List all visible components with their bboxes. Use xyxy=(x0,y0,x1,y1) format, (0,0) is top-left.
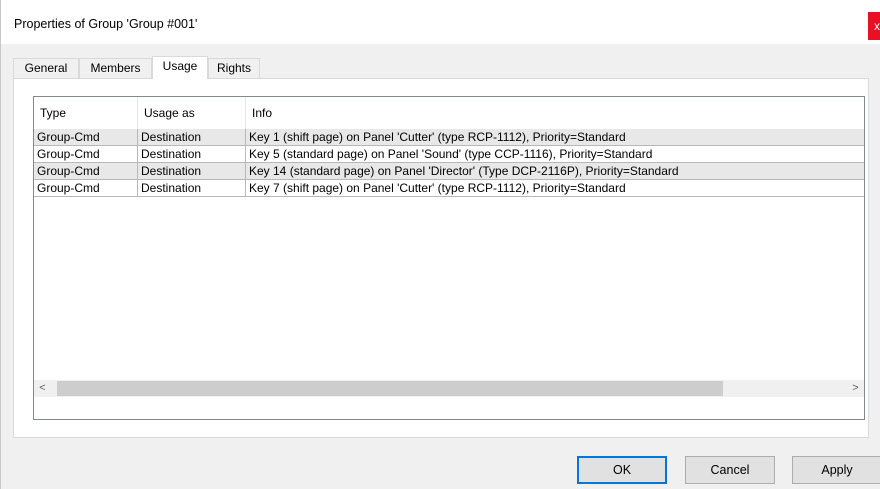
tab-members[interactable]: Members xyxy=(79,58,152,78)
horizontal-scrollbar[interactable]: < > xyxy=(34,380,864,397)
properties-dialog: Properties of Group 'Group #001' x Gener… xyxy=(0,0,880,489)
table-row[interactable]: Group-Cmd Destination Key 7 (shift page)… xyxy=(34,180,864,197)
tab-general-label: General xyxy=(24,61,68,75)
cell-type: Group-Cmd xyxy=(34,146,138,163)
cell-info: Key 1 (shift page) on Panel 'Cutter' (ty… xyxy=(246,129,864,146)
cell-usage-as: Destination xyxy=(138,163,246,180)
column-header-info[interactable]: Info xyxy=(246,97,864,129)
tab-members-label: Members xyxy=(90,61,141,75)
table-row[interactable]: Group-Cmd Destination Key 5 (standard pa… xyxy=(34,146,864,163)
chevron-left-icon[interactable]: < xyxy=(34,380,51,397)
cell-info: Key 7 (shift page) on Panel 'Cutter' (ty… xyxy=(246,180,864,197)
ok-button[interactable]: OK xyxy=(577,456,667,484)
cell-usage-as: Destination xyxy=(138,129,246,146)
cell-info: Key 14 (standard page) on Panel 'Directo… xyxy=(246,163,864,180)
tab-usage[interactable]: Usage xyxy=(152,56,208,79)
cell-usage-as: Destination xyxy=(138,180,246,197)
window-title: Properties of Group 'Group #001' xyxy=(14,17,198,31)
cell-type: Group-Cmd xyxy=(34,180,138,197)
list-header: Type Usage as Info xyxy=(34,97,864,129)
tab-general[interactable]: General xyxy=(13,58,79,78)
cancel-button[interactable]: Cancel xyxy=(685,456,775,484)
close-icon: x xyxy=(874,19,880,33)
cell-type: Group-Cmd xyxy=(34,163,138,180)
scrollbar-thumb[interactable] xyxy=(57,381,723,396)
cell-info: Key 5 (standard page) on Panel 'Sound' (… xyxy=(246,146,864,163)
chevron-right-icon[interactable]: > xyxy=(847,380,864,397)
close-button[interactable]: x xyxy=(868,12,880,40)
cell-usage-as: Destination xyxy=(138,146,246,163)
tab-rights-label: Rights xyxy=(216,61,251,75)
cell-type: Group-Cmd xyxy=(34,129,138,146)
column-header-type[interactable]: Type xyxy=(34,97,138,129)
title-bar[interactable]: Properties of Group 'Group #001' x xyxy=(1,0,880,44)
table-row[interactable]: Group-Cmd Destination Key 1 (shift page)… xyxy=(34,129,864,146)
usage-tab-panel: Type Usage as Info Group-Cmd Destination… xyxy=(13,78,869,438)
tab-usage-label: Usage xyxy=(162,59,198,73)
column-header-usage-as[interactable]: Usage as xyxy=(138,97,246,129)
tab-rights[interactable]: Rights xyxy=(208,58,260,78)
usage-list[interactable]: Type Usage as Info Group-Cmd Destination… xyxy=(33,96,865,420)
table-row[interactable]: Group-Cmd Destination Key 14 (standard p… xyxy=(34,163,864,180)
apply-button[interactable]: Apply xyxy=(792,456,880,484)
